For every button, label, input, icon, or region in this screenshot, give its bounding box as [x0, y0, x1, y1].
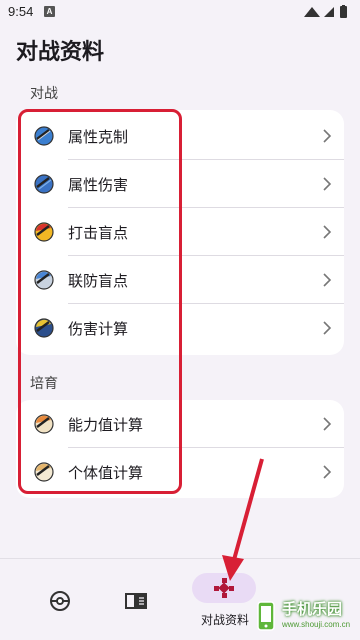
page-title: 对战资料 [16, 40, 105, 65]
nav-item-pokedex[interactable] [0, 559, 120, 640]
pokeball-icon [50, 591, 70, 611]
chevron-right-icon [323, 465, 332, 479]
chevron-right-icon [323, 417, 332, 431]
screen: 9:54 A 对战资料 对战 属性克制 属性伤害 打击盲点 联防盲点 伤害计算 … [0, 0, 360, 640]
notification-icon: A [44, 6, 55, 17]
watermark: 手机乐园 www.shouji.com.cn [248, 596, 360, 640]
chevron-right-icon [323, 321, 332, 335]
chevron-right-icon [323, 177, 332, 191]
book-icon [125, 593, 147, 609]
annotation-arrow [222, 458, 264, 581]
chevron-right-icon [323, 129, 332, 143]
section-label-battle: 对战 [30, 86, 58, 102]
signal-battery-icons [304, 5, 347, 18]
chevron-right-icon [323, 273, 332, 287]
annotation-highlight-box [18, 109, 182, 494]
chevron-right-icon [323, 225, 332, 239]
watermark-sub: www.shouji.com.cn [282, 620, 351, 629]
watermark-text: 手机乐园 [282, 600, 343, 618]
status-bar: 9:54 A [0, 0, 360, 26]
status-time: 9:54 [8, 4, 34, 19]
phone-logo-icon [257, 601, 275, 631]
